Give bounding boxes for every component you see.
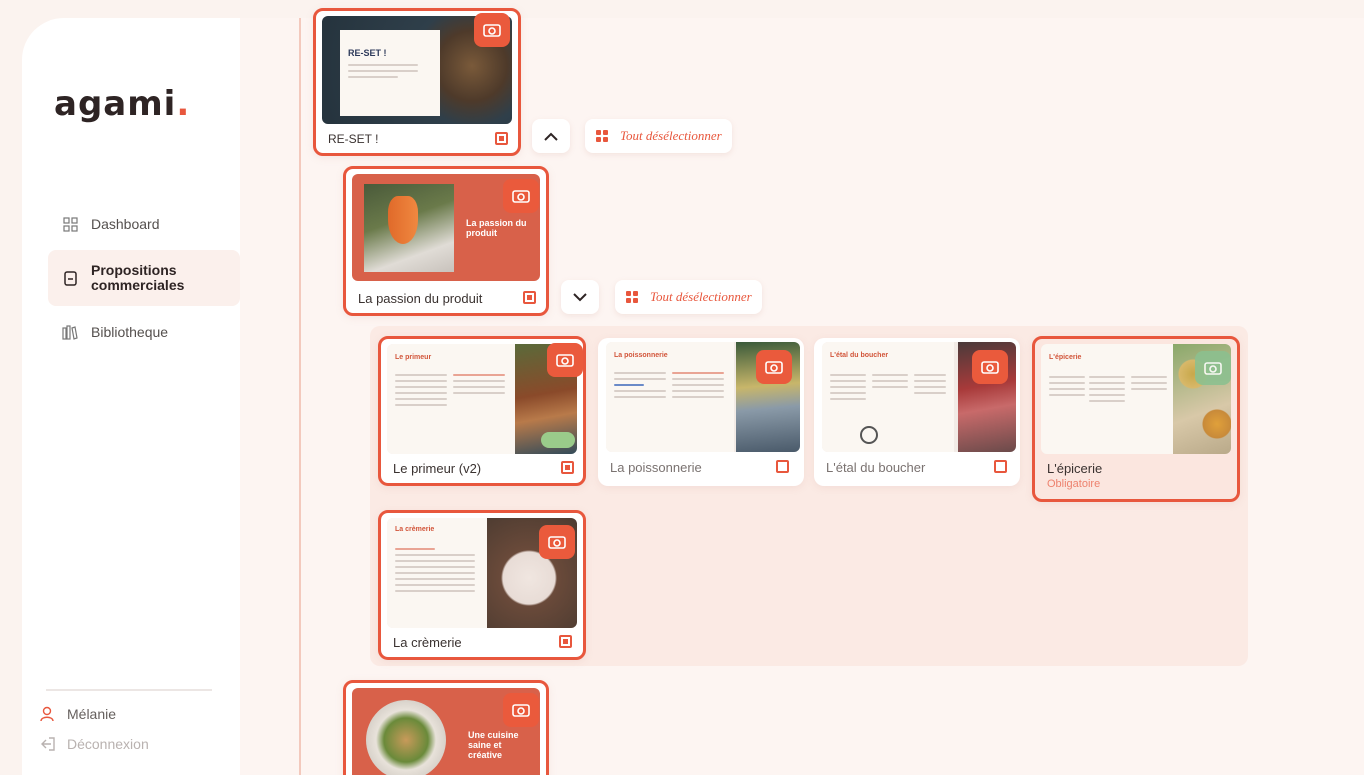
sidebar-item-dashboard[interactable]: Dashboard (48, 214, 240, 234)
presentation-badge[interactable] (756, 350, 792, 384)
card-title: La crèmerie (393, 635, 462, 650)
carrot-illustration (388, 196, 418, 244)
expand-button[interactable] (561, 280, 599, 314)
card-title: RE-SET ! (328, 132, 379, 146)
section-card-cuisine[interactable]: Une cuisine saine et créative (343, 680, 549, 775)
subsection-card-epicerie[interactable]: L'épicerie L'épicerie Obligatoire (1032, 336, 1240, 502)
presentation-badge[interactable] (503, 179, 539, 213)
logout-label: Déconnexion (67, 736, 149, 752)
card-title: L'épicerie (1047, 461, 1103, 476)
card-title: L'étal du boucher (826, 460, 926, 475)
card-title: La passion du produit (358, 291, 483, 306)
thumb-heading: La passion du produit (466, 218, 527, 238)
clock-icon (860, 426, 878, 444)
select-checkbox[interactable] (523, 291, 536, 304)
deselect-all-label: Tout désélectionner (620, 128, 722, 143)
presentation-badge[interactable] (972, 350, 1008, 384)
sidebar-item-label: Dashboard (91, 216, 160, 232)
presentation-badge[interactable] (547, 343, 583, 377)
camera-icon (512, 190, 530, 203)
camera-icon (765, 361, 783, 374)
subsection-card-cremerie[interactable]: La crèmerie La crèmerie (378, 510, 586, 660)
deselect-all-button[interactable]: Tout désélectionner (615, 280, 762, 314)
select-checkbox[interactable] (559, 635, 572, 648)
thumb-heading: Le primeur (395, 354, 432, 361)
card-title: Le primeur (v2) (393, 461, 482, 476)
library-icon (62, 324, 78, 340)
thumb-heading: La crèmerie (395, 526, 435, 533)
thumb-heading: RE-SET ! (348, 48, 387, 58)
chevron-up-icon (544, 132, 558, 141)
select-checkbox[interactable] (776, 460, 789, 473)
deselect-all-label: Tout désélectionner (650, 289, 752, 304)
thumb-heading: Une cuisine saine et créative (468, 730, 519, 760)
camera-icon (1204, 362, 1222, 375)
subsection-card-boucher[interactable]: L'étal du boucher L'étal du boucher (814, 338, 1020, 486)
presentation-badge[interactable] (1195, 351, 1231, 385)
chevron-down-icon (573, 292, 587, 301)
camera-icon (512, 704, 530, 717)
logout-button[interactable]: Déconnexion (40, 736, 149, 752)
section-card-passion[interactable]: La passion du produit La passion du prod… (343, 166, 549, 316)
deselect-all-button[interactable]: Tout désélectionner (585, 119, 732, 153)
sidebar-item-bibliotheque[interactable]: Bibliotheque (48, 322, 240, 342)
presentation-badge[interactable] (503, 693, 539, 727)
sidebar-item-label-line1: Propositions (91, 262, 177, 278)
select-checkbox[interactable] (561, 461, 574, 474)
user-name: Mélanie (67, 706, 117, 722)
camera-icon (981, 361, 999, 374)
select-checkbox[interactable] (495, 132, 508, 145)
thumb-heading: La poissonnerie (614, 352, 668, 359)
user-profile[interactable]: Mélanie (40, 706, 116, 722)
select-checkbox[interactable] (994, 460, 1007, 473)
presentation-badge[interactable] (539, 525, 575, 559)
user-icon (40, 706, 54, 722)
sidebar-divider (46, 689, 212, 691)
presentation-badge[interactable] (474, 13, 510, 47)
grid-icon (596, 130, 608, 142)
camera-icon (483, 24, 501, 37)
sidebar: agami. Dashboard Propositions commercial… (22, 18, 240, 775)
pagination-pill (541, 432, 575, 448)
sidebar-item-label-line2: commerciales (91, 277, 185, 293)
thumb-heading: L'épicerie (1049, 354, 1082, 361)
subsection-card-primeur[interactable]: Le primeur Le primeur (v2) (378, 336, 586, 486)
sidebar-item-propositions[interactable]: Propositions commerciales (48, 250, 240, 306)
document-icon (62, 270, 78, 286)
camera-icon (548, 536, 566, 549)
collapse-button[interactable] (532, 119, 570, 153)
camera-icon (556, 354, 574, 367)
card-title: La poissonnerie (610, 460, 702, 475)
timeline-line (299, 18, 301, 775)
section-card-reset[interactable]: RE-SET ! RE-SET ! (313, 8, 521, 156)
subsection-card-poissonnerie[interactable]: La poissonnerie La poissonnerie (598, 338, 804, 486)
required-label: Obligatoire (1047, 478, 1101, 490)
app-logo[interactable]: agami. (54, 84, 190, 124)
thumb-heading: L'étal du boucher (830, 352, 889, 359)
grid-icon (626, 291, 638, 303)
sidebar-item-label: Bibliotheque (91, 324, 169, 340)
logout-icon (40, 737, 56, 751)
dashboard-grid-icon (62, 216, 78, 232)
